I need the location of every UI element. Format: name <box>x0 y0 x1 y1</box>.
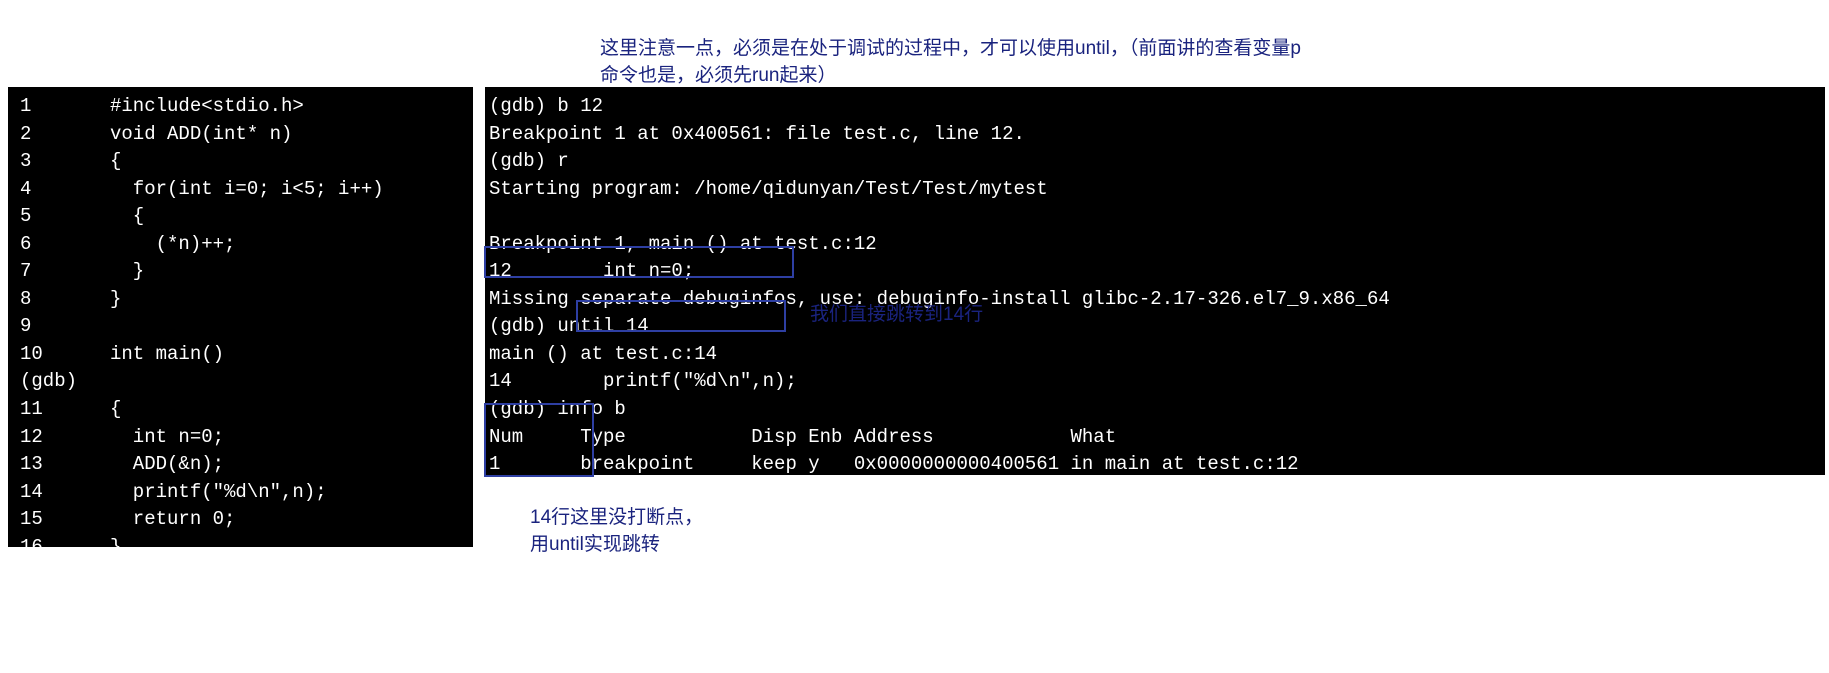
code-line: 3{ <box>12 148 469 176</box>
annotation-top: 这里注意一点，必须是在处于调试的过程中，才可以使用until，（前面讲的查看变量… <box>600 36 1500 89</box>
annotation-bottom-line2: 用until实现跳转 <box>530 532 830 559</box>
line-number: (gdb) <box>12 368 110 396</box>
line-number: 4 <box>12 176 110 204</box>
annotation-middle-text: 我们直接跳转到14行 <box>810 304 983 325</box>
line-number: 5 <box>12 203 110 231</box>
gdb-output-line: (gdb) r <box>489 148 1821 176</box>
line-number: 15 <box>12 506 110 534</box>
code-line: 13 ADD(&n); <box>12 451 469 479</box>
code-line: (gdb) <box>12 368 469 396</box>
gdb-output-line: Starting program: /home/qidunyan/Test/Te… <box>489 176 1821 204</box>
line-code: } <box>110 258 469 286</box>
line-number: 14 <box>12 479 110 507</box>
gdb-output-line: breakpoint already hit 1 time <box>489 479 1821 507</box>
line-number: 9 <box>12 313 110 341</box>
line-number: 13 <box>12 451 110 479</box>
line-code: return 0; <box>110 506 469 534</box>
line-number: 7 <box>12 258 110 286</box>
line-code: void ADD(int* n) <box>110 121 469 149</box>
gdb-output-line: Missing separate debuginfos, use: debugi… <box>489 286 1821 314</box>
code-line: 10int main() <box>12 341 469 369</box>
gdb-output-line: 1 breakpoint keep y 0x0000000000400561 i… <box>489 451 1821 479</box>
gdb-output-line: (gdb) b 12 <box>489 93 1821 121</box>
gdb-output-line <box>489 203 1821 231</box>
code-line: 9 <box>12 313 469 341</box>
line-code <box>110 368 469 396</box>
line-code: (*n)++; <box>110 231 469 259</box>
gdb-output-line: (gdb) info b <box>489 396 1821 424</box>
annotation-top-line2: 命令也是，必须先run起来） <box>600 63 1500 90</box>
line-code: #include<stdio.h> <box>110 93 469 121</box>
line-number: 3 <box>12 148 110 176</box>
gdb-output-line: 14 printf("%d\n",n); <box>489 368 1821 396</box>
terminal-right-gdb: (gdb) b 12Breakpoint 1 at 0x400561: file… <box>485 87 1825 475</box>
code-line: 6 (*n)++; <box>12 231 469 259</box>
code-line: 12 int n=0; <box>12 424 469 452</box>
line-code <box>110 313 469 341</box>
annotation-top-line1: 这里注意一点，必须是在处于调试的过程中，才可以使用until，（前面讲的查看变量… <box>600 36 1500 63</box>
line-number: 8 <box>12 286 110 314</box>
code-line: 7 } <box>12 258 469 286</box>
code-line: 15 return 0; <box>12 506 469 534</box>
code-line: 16} <box>12 534 469 562</box>
line-code: { <box>110 148 469 176</box>
line-code: { <box>110 203 469 231</box>
gdb-output-line: Num Type Disp Enb Address What <box>489 424 1821 452</box>
line-number: 10 <box>12 341 110 369</box>
line-number: 1 <box>12 93 110 121</box>
annotation-bottom-line1: 14行这里没打断点， <box>530 505 830 532</box>
line-code: } <box>110 286 469 314</box>
line-code: for(int i=0; i<5; i++) <box>110 176 469 204</box>
line-code: { <box>110 396 469 424</box>
terminal-left-code: 1#include<stdio.h>2void ADD(int* n)3{4 f… <box>8 87 473 547</box>
gdb-output-line: main () at test.c:14 <box>489 341 1821 369</box>
gdb-output-line: (gdb) until 14 <box>489 313 1821 341</box>
line-code: } <box>110 534 469 562</box>
code-line: 5 { <box>12 203 469 231</box>
line-number: 2 <box>12 121 110 149</box>
code-line: 1#include<stdio.h> <box>12 93 469 121</box>
annotation-middle: 我们直接跳转到14行 <box>810 302 983 329</box>
line-code: printf("%d\n",n); <box>110 479 469 507</box>
code-line: 8} <box>12 286 469 314</box>
line-code: ADD(&n); <box>110 451 469 479</box>
gdb-output-line: 12 int n=0; <box>489 258 1821 286</box>
line-number: 6 <box>12 231 110 259</box>
line-code: int main() <box>110 341 469 369</box>
line-number: 11 <box>12 396 110 424</box>
line-code: int n=0; <box>110 424 469 452</box>
line-number: 16 <box>12 534 110 562</box>
code-line: 4 for(int i=0; i<5; i++) <box>12 176 469 204</box>
code-line: 11{ <box>12 396 469 424</box>
code-line: 14 printf("%d\n",n); <box>12 479 469 507</box>
line-number: 12 <box>12 424 110 452</box>
gdb-output-line: Breakpoint 1 at 0x400561: file test.c, l… <box>489 121 1821 149</box>
annotation-bottom: 14行这里没打断点， 用until实现跳转 <box>530 505 830 558</box>
gdb-output-line: Breakpoint 1, main () at test.c:12 <box>489 231 1821 259</box>
code-line: 2void ADD(int* n) <box>12 121 469 149</box>
